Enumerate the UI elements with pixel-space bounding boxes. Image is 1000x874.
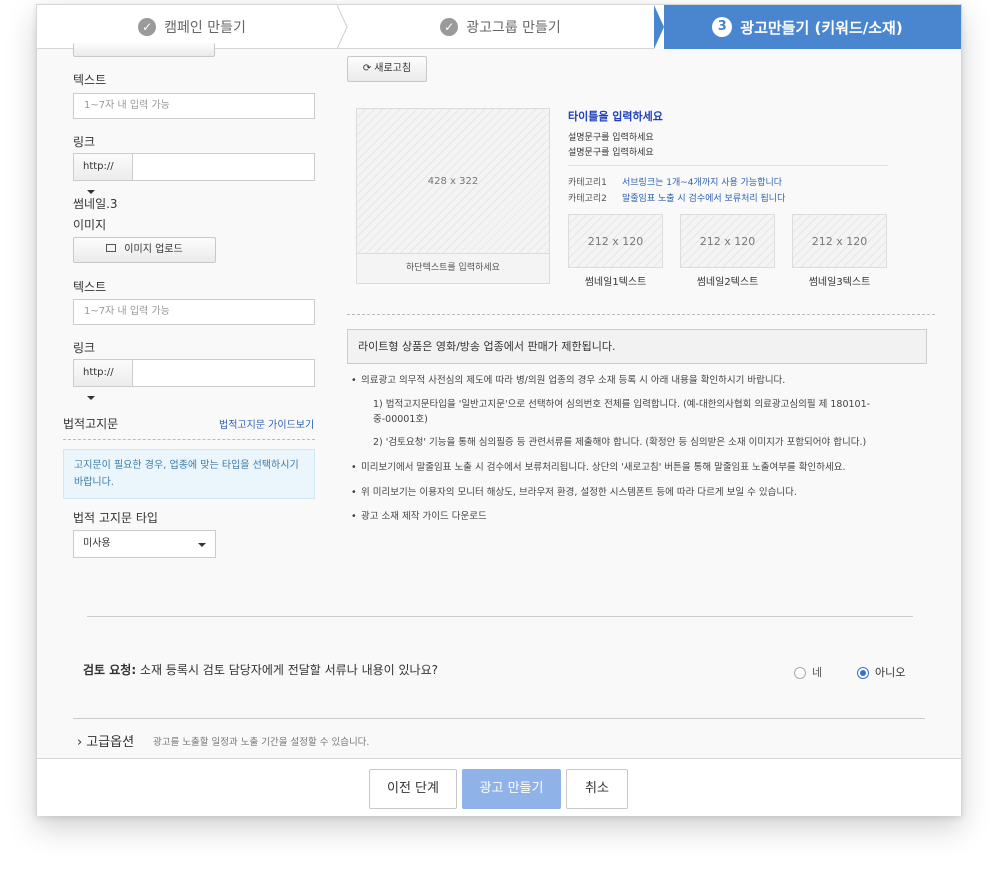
check-icon: ✓: [440, 18, 459, 36]
main-image-caption: 하단텍스트를 입력하세요: [356, 254, 550, 284]
advanced-options-toggle[interactable]: › 고급옵션: [77, 731, 134, 750]
divider: [73, 718, 925, 719]
protocol-select-1[interactable]: http://: [73, 153, 133, 194]
link-input-1[interactable]: [132, 153, 315, 181]
footer-bar: 이전 단계 광고 만들기 취소: [37, 758, 961, 816]
thumbnail-2-caption: 썸네일2텍스트: [696, 277, 759, 288]
step-adgroup[interactable]: ✓ 광고그룹 만들기: [347, 5, 654, 49]
guide-download-link[interactable]: 광고 소재 제작 가이드 다운로드: [351, 509, 487, 524]
step-ad-current: 3 광고만들기 (키워드/소재): [654, 5, 961, 49]
link-label: 링크: [73, 341, 96, 355]
category2-label: 카테고리2: [568, 194, 607, 204]
notice-bullet-2: 미리보기에서 말줄임표 노출 시 검수에서 보류처리됩니다. 상단의 '새로고침…: [351, 460, 846, 475]
chevron-divider-icon: [337, 5, 348, 49]
review-request: 검토 요청: 소재 등록시 검토 담당자에게 전달할 서류나 내용이 있나요?: [83, 661, 438, 678]
text-label: 텍스트: [73, 73, 107, 87]
review-label: 검토 요청:: [83, 663, 137, 677]
legal-type-label: 법적 고지문 타입: [73, 511, 158, 525]
caret-down-icon: [198, 543, 206, 547]
step-label: 광고만들기 (키워드/소재): [740, 18, 903, 37]
image-upload-label: 이미지 업로드: [124, 244, 183, 255]
step-label: 광고그룹 만들기: [466, 20, 561, 36]
image-upload-button-partial[interactable]: [73, 43, 215, 57]
image-label: 이미지: [73, 218, 107, 232]
caret-down-icon: [87, 190, 95, 194]
refresh-icon: ⟳: [362, 63, 372, 74]
caret-down-icon: [87, 396, 95, 400]
thumbnail-1-caption: 썸네일1텍스트: [584, 277, 647, 288]
radio-yes[interactable]: [794, 667, 806, 679]
text-input-2[interactable]: 1~7자 내 입력 가능: [73, 299, 315, 325]
advanced-title: 고급옵션: [86, 735, 135, 750]
thumbnail-2: 212 x 120: [680, 214, 775, 268]
ad-creation-panel: ✓ 캠페인 만들기 ✓ 광고그룹 만들기 3 광고만들기 (키워드/소재) 텍스…: [36, 4, 962, 816]
preview-desc-1: 설명문구를 입력하세요: [568, 133, 654, 143]
text-label: 텍스트: [73, 280, 107, 294]
step-label: 캠페인 만들기: [164, 20, 246, 36]
divider: [63, 439, 315, 440]
preview-desc-2: 설명문구를 입력하세요: [568, 148, 654, 158]
legal-info-box: 고지문이 필요한 경우, 업종에 맞는 타입을 선택하시기 바랍니다.: [63, 449, 315, 499]
legal-notice-title: 법적고지문: [63, 417, 119, 431]
notice-sub-2: 2) '검토요청' 기능을 통해 심의필증 등 관련서류를 제출해야 합니다. …: [373, 437, 867, 448]
radio-yes-label: 네: [812, 666, 823, 679]
radio-no-label: 아니오: [875, 666, 906, 679]
notice-bullet-1: 의료광고 의무적 사전심의 제도에 따라 병/의원 업종의 경우 소재 등록 시…: [351, 373, 785, 388]
thumbnail-size: 212 x 120: [699, 234, 756, 248]
image-icon: [106, 244, 117, 252]
main-image-placeholder: 428 x 322: [356, 108, 550, 254]
radio-no[interactable]: [857, 667, 869, 679]
image-upload-button[interactable]: 이미지 업로드: [73, 237, 216, 263]
category2-text[interactable]: 말줄임표 노출 시 검수에서 보류처리 됩니다: [622, 191, 785, 204]
refresh-label: 새로고침: [374, 63, 412, 74]
text-input-1[interactable]: 1~7자 내 입력 가능: [73, 93, 315, 119]
create-ad-button[interactable]: 광고 만들기: [462, 769, 561, 809]
legal-guide-link[interactable]: 법적고지문 가이드보기: [219, 416, 314, 431]
thumbnail-3-caption: 썸네일3텍스트: [808, 277, 871, 288]
thumbnail-3: 212 x 120: [792, 214, 887, 268]
divider: [87, 616, 913, 617]
advanced-desc: 광고를 노출할 일정과 노출 기간을 설정할 수 있습니다.: [153, 737, 370, 748]
step-number-badge: 3: [712, 17, 733, 37]
category1-label: 카테고리1: [568, 178, 607, 188]
refresh-button[interactable]: ⟳ 새로고침: [347, 56, 427, 82]
protocol-select-2[interactable]: http://: [73, 359, 133, 400]
divider: [568, 165, 888, 166]
protocol-value: http://: [83, 367, 114, 378]
thumbnail3-label: 썸네일.3: [73, 197, 118, 211]
review-question: 소재 등록시 검토 담당자에게 전달할 서류나 내용이 있나요?: [139, 663, 439, 677]
thumbnail-size: 212 x 120: [587, 234, 644, 248]
legal-type-value: 미사용: [83, 538, 111, 549]
protocol-value: http://: [83, 161, 114, 172]
thumbnail-size: 212 x 120: [811, 234, 868, 248]
notice-sub-1a: 1) 법적고지문타입을 '일반고지문'으로 선택하여 심의번호 전체를 입력합니…: [373, 399, 871, 410]
check-icon: ✓: [138, 18, 157, 36]
restriction-notice: 라이트형 상품은 영화/방송 업종에서 판매가 제한됩니다.: [347, 329, 927, 364]
divider: [347, 314, 935, 315]
thumbnail-1: 212 x 120: [568, 214, 663, 268]
review-no-option[interactable]: 아니오: [857, 664, 905, 680]
main-image-size: 428 x 322: [427, 175, 479, 187]
link-label: 링크: [73, 135, 96, 149]
preview-title: 타이틀을 입력하세요: [568, 110, 663, 123]
review-yes-option[interactable]: 네: [794, 664, 822, 680]
cancel-button[interactable]: 취소: [566, 769, 628, 809]
chevron-right-icon: ›: [77, 735, 83, 750]
legal-type-select[interactable]: 미사용: [73, 530, 216, 558]
prev-step-button[interactable]: 이전 단계: [369, 769, 457, 809]
link-input-2[interactable]: [132, 359, 315, 387]
notice-bullet-3: 위 미리보기는 이용자의 모니터 해상도, 브라우저 환경, 설정한 시스템폰트…: [351, 485, 797, 500]
notice-sub-1b: 중-00001호): [373, 414, 428, 425]
category1-text[interactable]: 서브링크는 1개~4개까지 사용 가능합니다: [622, 175, 782, 188]
